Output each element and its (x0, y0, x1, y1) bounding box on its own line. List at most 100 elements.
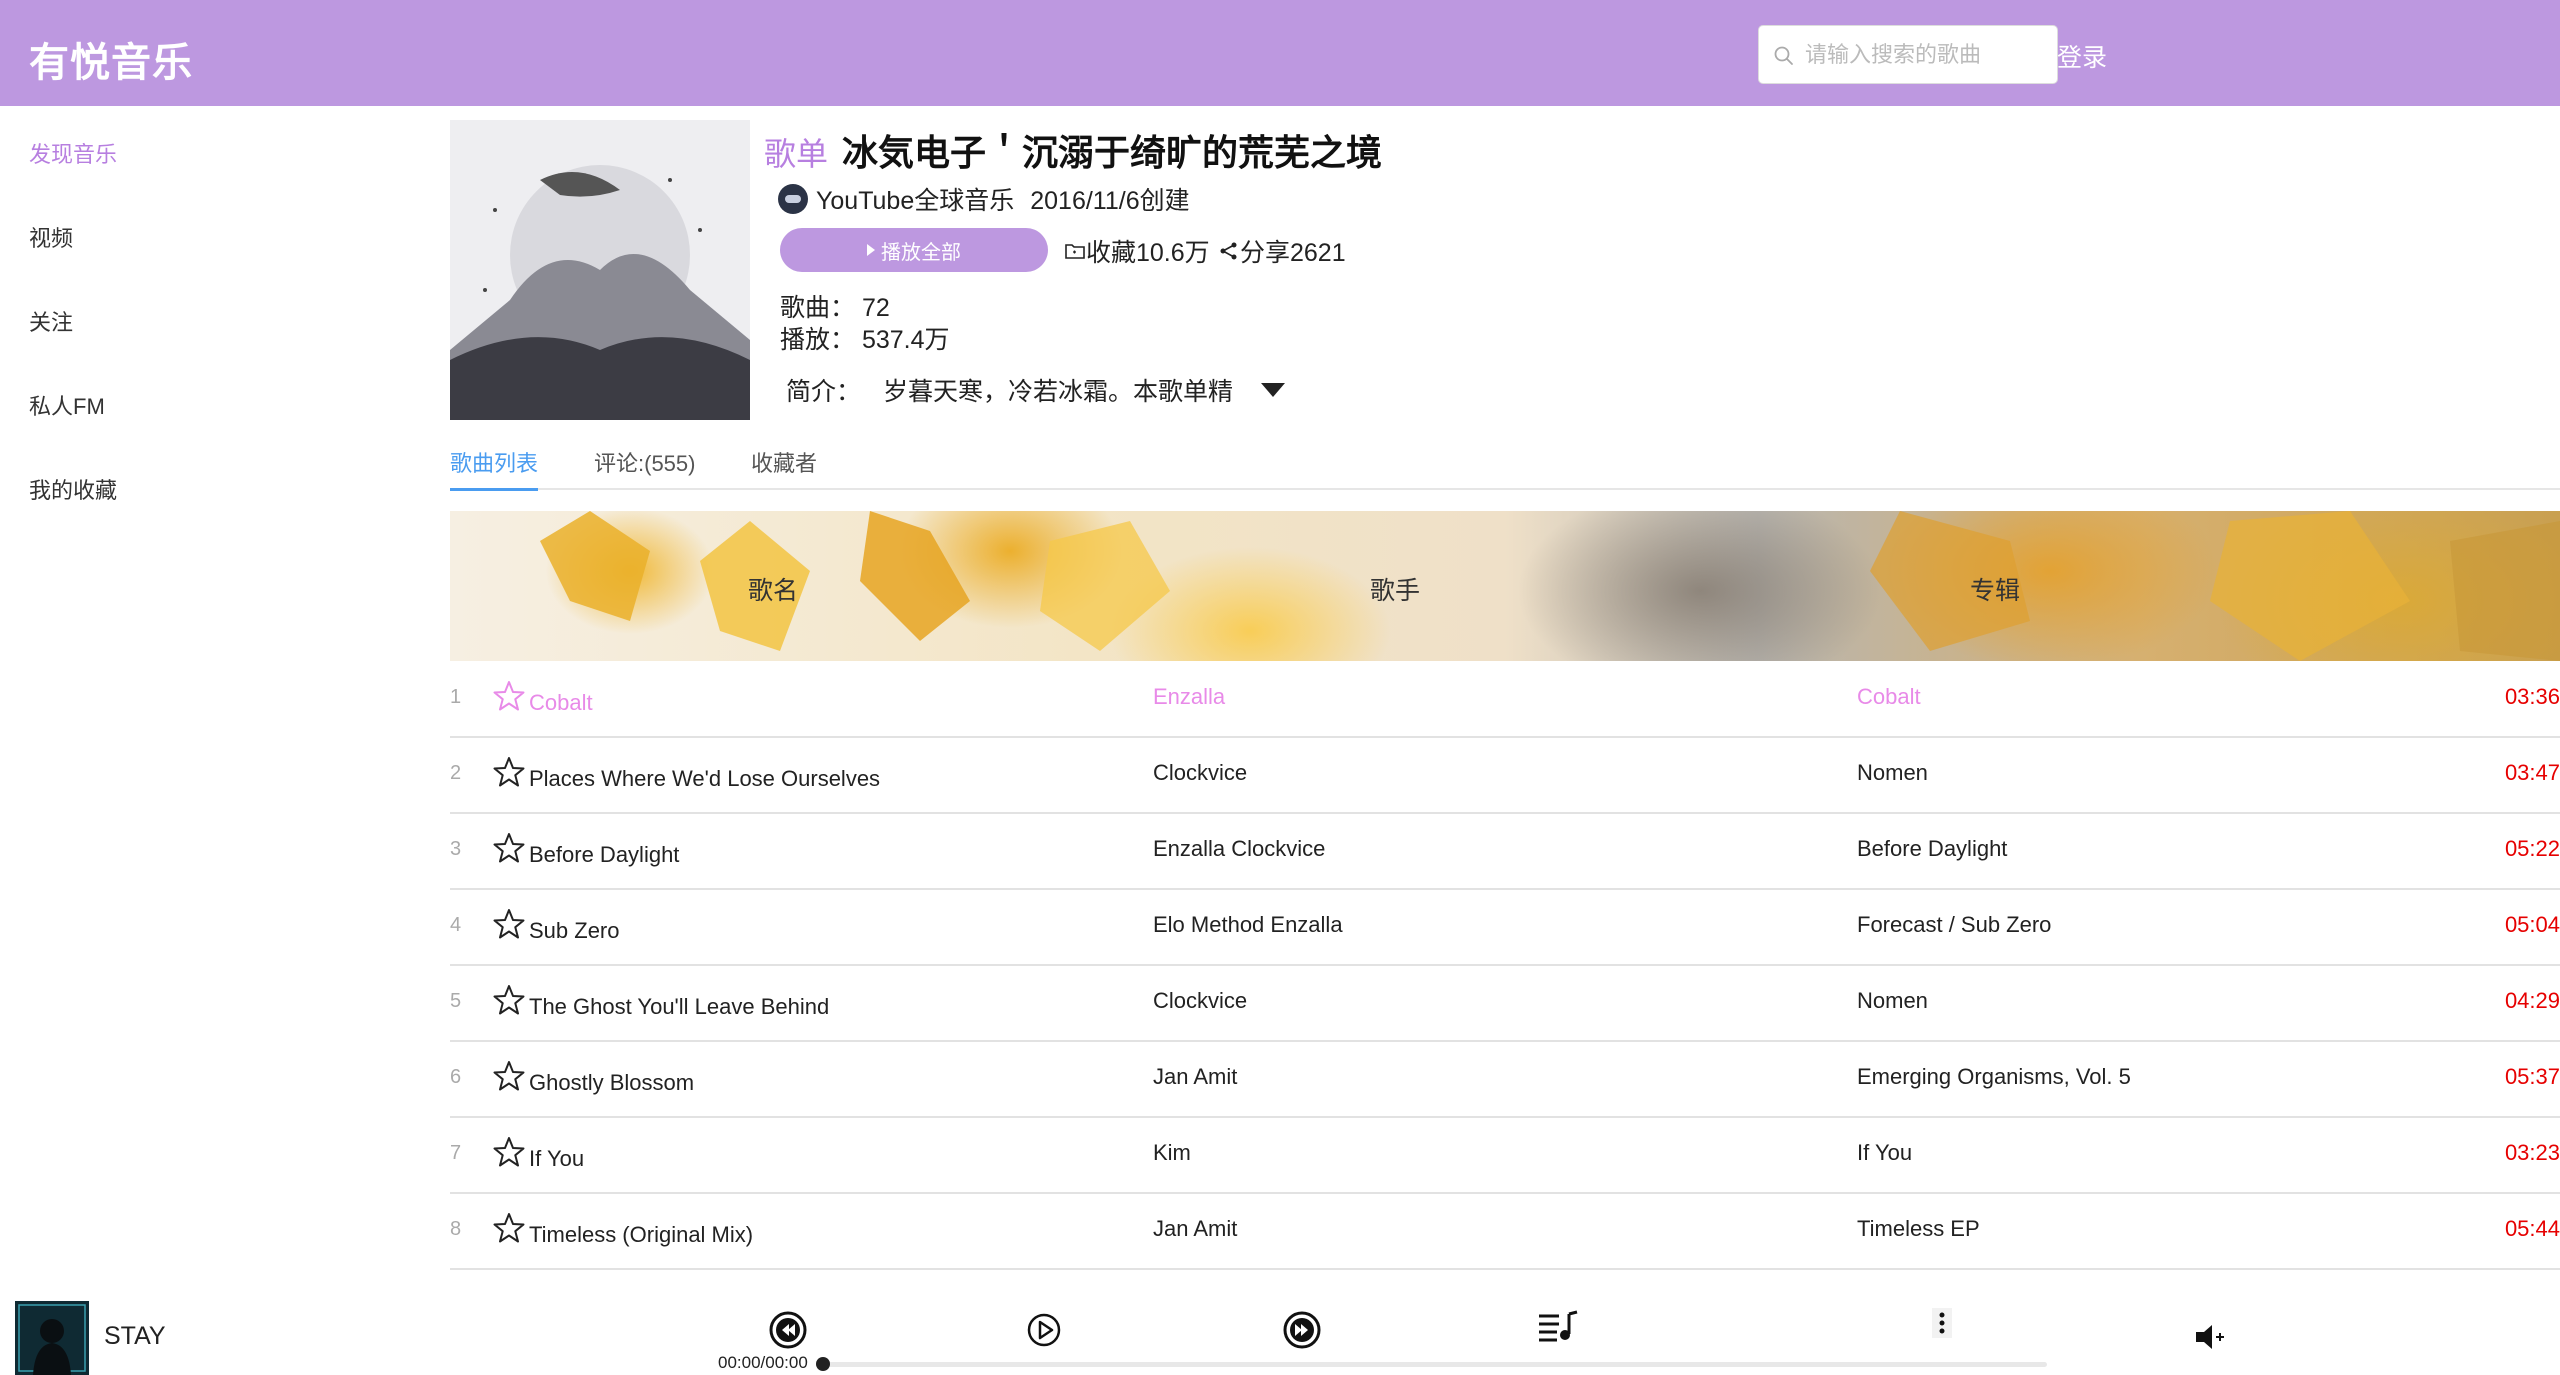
volume-icon[interactable] (2194, 1322, 2228, 1352)
search-box[interactable] (1758, 25, 2058, 84)
sidebar: 发现音乐 视频 关注 私人FM 我的收藏 (0, 106, 449, 1296)
song-singer[interactable]: Clockvice (1153, 760, 1247, 786)
star-icon[interactable] (492, 907, 526, 941)
song-duration: 05:04 (2504, 912, 2560, 937)
star-icon[interactable] (492, 831, 526, 865)
song-duration: 05:37 (2504, 1064, 2560, 1089)
playlist-tag: 歌单 (764, 136, 829, 172)
album-art (15, 1301, 89, 1375)
star-icon[interactable] (492, 1059, 526, 1093)
search-icon (1774, 46, 1793, 65)
song-album[interactable]: Forecast / Sub Zero (1857, 912, 2051, 938)
column-header-name: 歌名 (748, 577, 799, 605)
row-index: 8 (450, 1218, 462, 1240)
progress-handle[interactable] (816, 1357, 830, 1371)
sidebar-item-video[interactable]: 视频 (29, 221, 73, 253)
star-icon[interactable] (492, 679, 526, 713)
playlist-title: 冰気电子＇沉溺于绮旷的荒芜之境 (842, 132, 1383, 173)
song-duration: 04:29 (2504, 988, 2560, 1013)
song-name[interactable]: If You (529, 1146, 584, 1172)
song-name[interactable]: Ghostly Blossom (529, 1070, 694, 1096)
creator-avatar[interactable] (778, 184, 808, 214)
sidebar-item-follow[interactable]: 关注 (29, 305, 73, 337)
song-duration: 03:36 (2504, 684, 2560, 709)
row-index: 6 (450, 1066, 462, 1088)
tab-bar: 歌曲列表 评论:(555) 收藏者 (450, 440, 2560, 491)
song-singer[interactable]: Jan Amit (1153, 1216, 1237, 1242)
row-index: 4 (450, 914, 462, 936)
table-row[interactable]: 3 Before Daylight Enzalla Clockvice Befo… (450, 814, 2560, 890)
song-name[interactable]: Places Where We'd Lose Ourselves (529, 766, 880, 792)
song-singer[interactable]: Jan Amit (1153, 1064, 1237, 1090)
song-name[interactable]: Sub Zero (529, 918, 620, 944)
song-album[interactable]: Timeless EP (1857, 1216, 1980, 1242)
song-duration: 05:44 (2504, 1216, 2560, 1241)
table-row[interactable]: 4 Sub Zero Elo Method Enzalla Forecast /… (450, 890, 2560, 966)
song-singer[interactable]: Enzalla Clockvice (1153, 836, 1325, 862)
playlist-icon[interactable] (1537, 1310, 1579, 1344)
table-row[interactable]: 1 Cobalt Enzalla Cobalt 03:36 (450, 662, 2560, 738)
song-duration: 03:23 (2504, 1140, 2560, 1165)
app-logo[interactable]: 有悦音乐 (29, 30, 193, 88)
play-icon (867, 244, 875, 256)
creator-name[interactable]: YouTube全球音乐 (816, 181, 1014, 217)
song-album[interactable]: Before Daylight (1857, 836, 2007, 862)
intro-row: 简介： 岁暮天寒，冷若冰霜。本歌单精 (786, 372, 1286, 408)
song-name[interactable]: The Ghost You'll Leave Behind (529, 994, 829, 1020)
login-link[interactable]: 登录 (2057, 38, 2107, 74)
now-playing-title: STAY (104, 1322, 166, 1350)
sidebar-item-favorites[interactable]: 我的收藏 (29, 473, 117, 505)
table-row[interactable]: 2 Places Where We'd Lose Ourselves Clock… (450, 738, 2560, 814)
play-icon[interactable] (1024, 1310, 1064, 1350)
created-date: 2016/11/6创建 (1030, 187, 1190, 215)
row-index: 2 (450, 762, 462, 784)
song-singer[interactable]: Clockvice (1153, 988, 1247, 1014)
next-icon[interactable] (1282, 1310, 1322, 1350)
row-index: 7 (450, 1142, 462, 1164)
search-input[interactable] (1805, 26, 2050, 83)
song-duration: 03:47 (2504, 760, 2560, 785)
column-header-singer: 歌手 (1370, 577, 1421, 605)
star-icon[interactable] (492, 755, 526, 789)
song-singer[interactable]: Enzalla (1153, 684, 1225, 710)
intro-label: 简介： (786, 378, 862, 406)
share-icon (1220, 242, 1237, 260)
favorite-button[interactable]: 收藏10.6万 (1064, 233, 1210, 269)
tab-song-list[interactable]: 歌曲列表 (450, 446, 539, 491)
sidebar-item-discover[interactable]: 发现音乐 (29, 137, 117, 169)
share-button[interactable]: 分享2621 (1218, 233, 1346, 269)
player-bar: STAY 00:00/00:00 (0, 1296, 2560, 1375)
song-album[interactable]: Nomen (1857, 988, 1928, 1014)
song-album[interactable]: Emerging Organisms, Vol. 5 (1857, 1064, 2131, 1090)
song-singer[interactable]: Kim (1153, 1140, 1191, 1166)
playback-time: 00:00/00:00 (718, 1353, 808, 1372)
song-album[interactable]: If You (1857, 1140, 1912, 1166)
now-playing-cover[interactable] (15, 1301, 89, 1375)
progress-bar[interactable] (816, 1357, 2047, 1371)
table-row[interactable]: 8 Timeless (Original Mix) Jan Amit Timel… (450, 1194, 2560, 1270)
row-index: 3 (450, 838, 462, 860)
star-icon[interactable] (492, 983, 526, 1017)
top-header: 有悦音乐 登录 (0, 0, 2560, 106)
expand-icon[interactable] (1261, 383, 1286, 397)
row-index: 1 (450, 686, 462, 708)
song-album[interactable]: Cobalt (1857, 684, 1921, 710)
star-icon[interactable] (492, 1211, 526, 1245)
song-singer[interactable]: Elo Method Enzalla (1153, 912, 1343, 938)
song-name[interactable]: Before Daylight (529, 842, 679, 868)
song-name[interactable]: Timeless (Original Mix) (529, 1222, 753, 1248)
sidebar-item-private-fm[interactable]: 私人FM (29, 389, 105, 421)
tab-comments[interactable]: 评论:(555) (594, 446, 695, 488)
table-row[interactable]: 5 The Ghost You'll Leave Behind Clockvic… (450, 966, 2560, 1042)
prev-icon[interactable] (768, 1310, 808, 1350)
song-name[interactable]: Cobalt (529, 690, 593, 716)
song-duration: 05:22 (2504, 836, 2560, 861)
tab-collectors[interactable]: 收藏者 (751, 446, 817, 488)
table-row[interactable]: 6 Ghostly Blossom Jan Amit Emerging Orga… (450, 1042, 2560, 1118)
play-all-label: 播放全部 (881, 241, 961, 264)
play-all-button[interactable]: 播放全部 (780, 228, 1048, 272)
star-icon[interactable] (492, 1135, 526, 1169)
song-album[interactable]: Nomen (1857, 760, 1928, 786)
more-icon[interactable] (1932, 1308, 1952, 1338)
table-row[interactable]: 7 If You Kim If You 03:23 (450, 1118, 2560, 1194)
